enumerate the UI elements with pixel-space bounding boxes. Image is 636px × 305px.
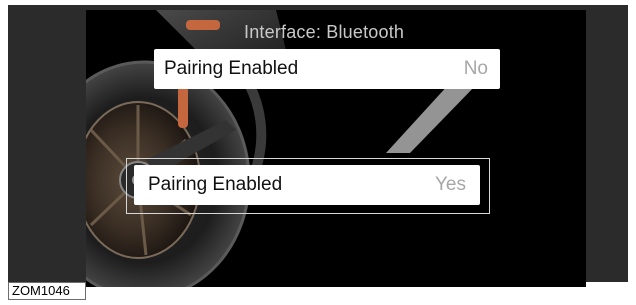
pairing-enabled-label: Pairing Enabled — [148, 174, 283, 195]
pairing-enabled-value: Yes — [435, 174, 466, 195]
figure-frame: Interface: Bluetooth Pairing Enabled No … — [8, 5, 628, 287]
pairing-enabled-row-on[interactable]: Pairing Enabled Yes — [134, 165, 480, 205]
figure-caption: ZOM1046 — [8, 282, 86, 300]
pairing-enabled-label: Pairing Enabled — [164, 58, 299, 79]
pairing-enabled-row-off[interactable]: Pairing Enabled No — [154, 49, 500, 89]
pairing-enabled-value: No — [463, 58, 488, 79]
screen-title: Interface: Bluetooth — [244, 22, 405, 42]
